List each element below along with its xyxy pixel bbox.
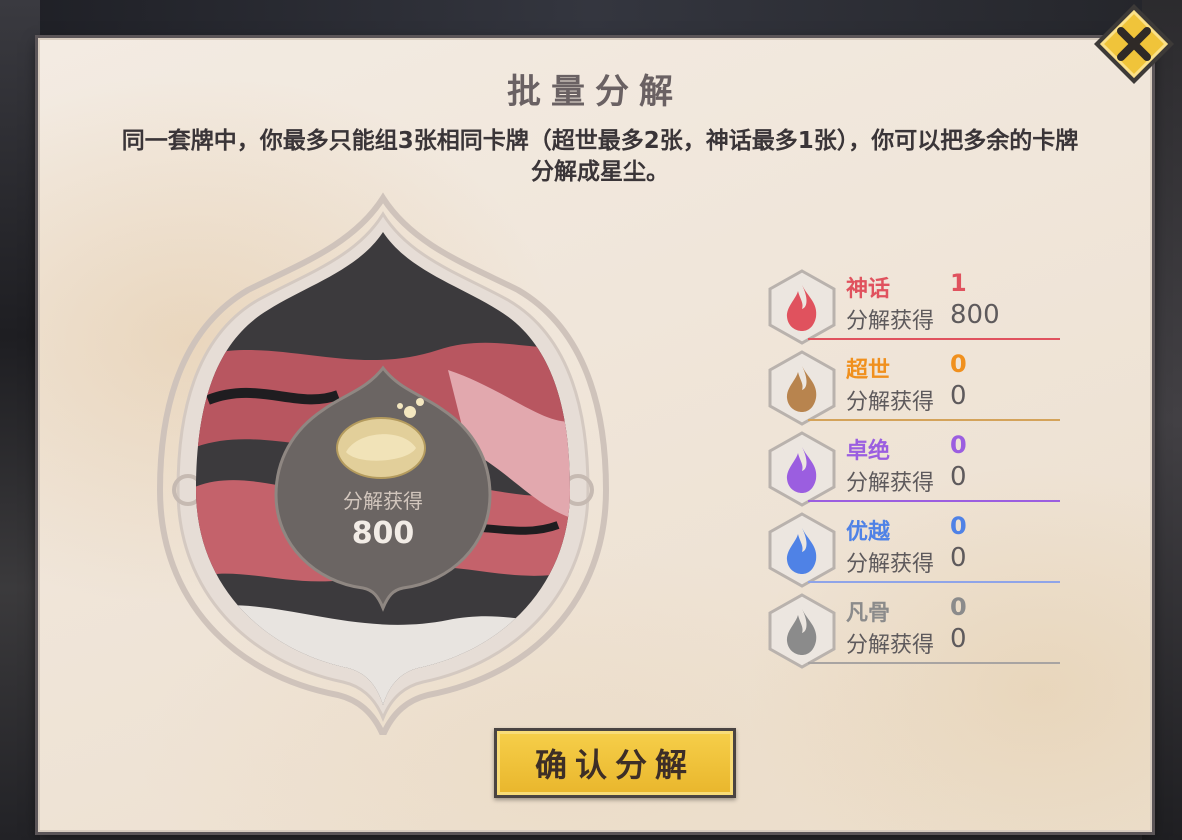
rarity-gain-label: 分解获得 xyxy=(846,390,935,415)
rarity-row-legendary: 超世 0 分解获得 0 xyxy=(768,347,1068,428)
confirm-decompose-button[interactable]: 确认分解 xyxy=(494,728,736,798)
rarity-row-mythic: 神话 1 分解获得 800 xyxy=(768,266,1068,347)
rarity-gain-value: 0 xyxy=(950,462,967,492)
rarity-name: 神话 xyxy=(846,277,891,302)
rarity-count: 0 xyxy=(950,512,967,540)
rarity-gain-value: 0 xyxy=(950,543,967,573)
background-scene-left xyxy=(0,0,40,840)
dialog-title: 批量分解 xyxy=(507,72,683,112)
rarity-name: 超世 xyxy=(846,358,891,383)
orb-gain-label: 分解获得 xyxy=(343,489,423,513)
close-button[interactable] xyxy=(1090,0,1178,88)
rarity-count: 0 xyxy=(950,431,967,459)
rarity-count: 0 xyxy=(950,350,967,378)
rarity-divider xyxy=(808,419,1060,421)
orb-gain-value: 800 xyxy=(351,516,415,551)
batch-decompose-dialog: 批量分解 同一套牌中，你最多只能组3张相同卡牌（超世最多2张，神话最多1张），你… xyxy=(38,38,1152,832)
flame-icon xyxy=(768,269,836,345)
rarity-gain-value: 0 xyxy=(950,624,967,654)
rarity-name: 优越 xyxy=(846,520,891,545)
rarity-breakdown-list: 神话 1 分解获得 800 超世 0 分解获得 0 卓绝 0 分解获得 0 优越… xyxy=(768,266,1068,671)
rarity-divider xyxy=(808,500,1060,502)
background-scene-top xyxy=(0,0,1182,40)
flame-icon xyxy=(768,350,836,426)
orb-frame-icon xyxy=(156,192,610,743)
rarity-row-epic: 卓绝 0 分解获得 0 xyxy=(768,428,1068,509)
rarity-gain-value: 800 xyxy=(950,300,1000,330)
rarity-gain-label: 分解获得 xyxy=(846,633,935,658)
rarity-gain-value: 0 xyxy=(950,381,967,411)
rarity-name: 凡骨 xyxy=(846,601,891,626)
rarity-gain-label: 分解获得 xyxy=(846,552,935,577)
flame-icon xyxy=(768,431,836,507)
flame-icon xyxy=(768,593,836,669)
rarity-count: 1 xyxy=(950,269,967,297)
stardust-orb: 分解获得 800 xyxy=(148,190,618,743)
rarity-divider xyxy=(808,662,1060,664)
rarity-row-rare: 优越 0 分解获得 0 xyxy=(768,509,1068,590)
rarity-gain-label: 分解获得 xyxy=(846,309,935,334)
rarity-row-common: 凡骨 0 分解获得 0 xyxy=(768,590,1068,671)
rarity-name: 卓绝 xyxy=(846,439,891,464)
dialog-description: 同一套牌中，你最多只能组3张相同卡牌（超世最多2张，神话最多1张），你可以把多余… xyxy=(121,128,1079,185)
rarity-divider xyxy=(808,338,1060,340)
rarity-count: 0 xyxy=(950,593,967,621)
close-icon xyxy=(1094,4,1174,84)
rarity-divider xyxy=(808,581,1060,583)
flame-icon xyxy=(768,512,836,588)
rarity-gain-label: 分解获得 xyxy=(846,471,935,496)
